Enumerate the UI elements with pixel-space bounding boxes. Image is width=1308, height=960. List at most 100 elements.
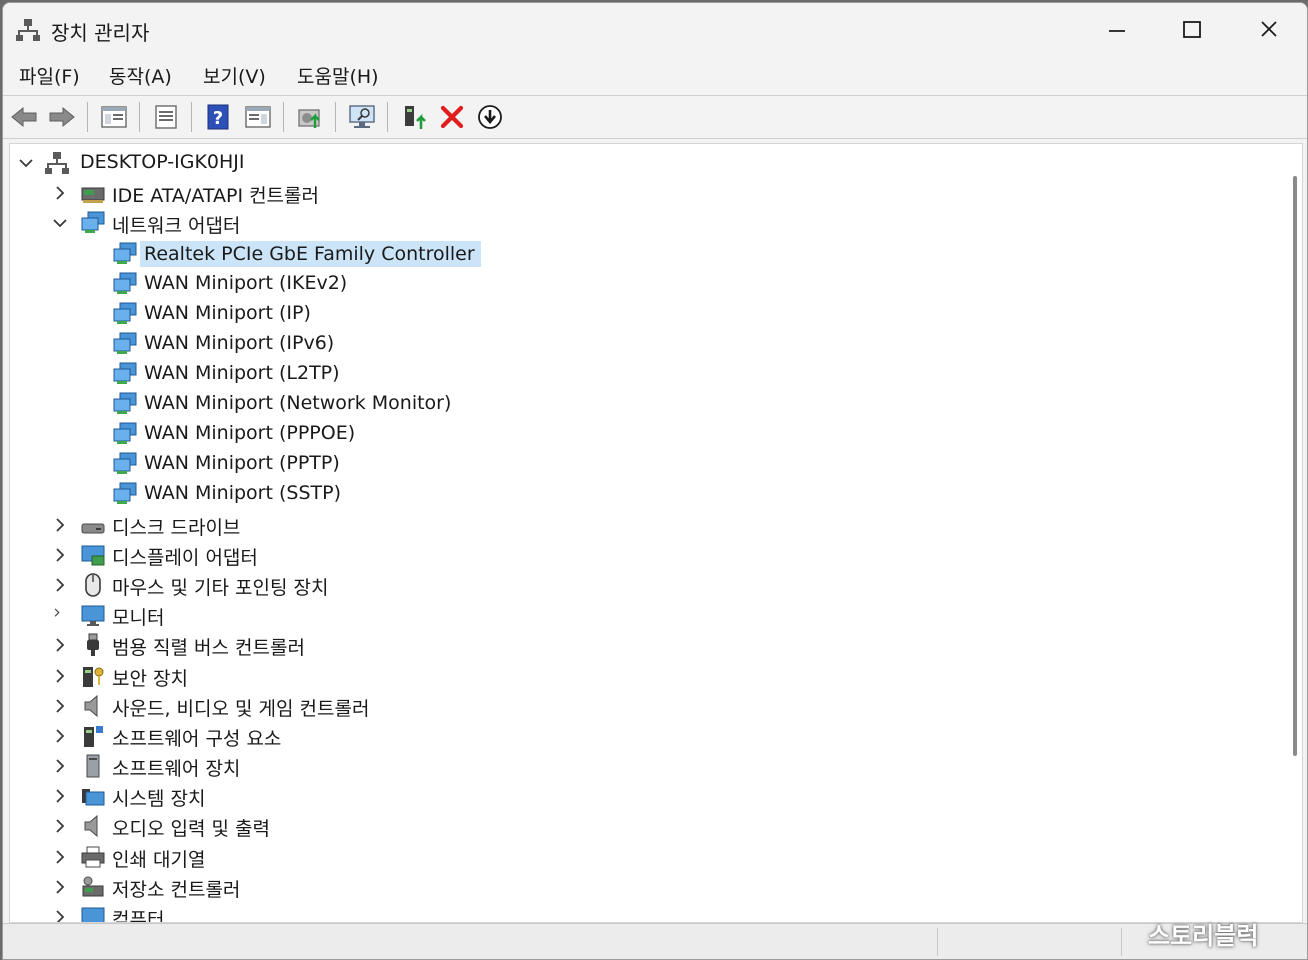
status-bar xyxy=(3,923,1307,959)
add-legacy-icon[interactable] xyxy=(399,102,429,132)
menu-bar: 파일(F) 동작(A) 보기(V) 도움말(H) xyxy=(3,55,1307,93)
network-adapter-icon xyxy=(113,242,137,264)
network-adapter-icon xyxy=(113,452,137,474)
tree-category-label: IDE ATA/ATAPI 컨트롤러 xyxy=(112,185,320,207)
network-adapter-icon xyxy=(113,272,137,294)
toolbar-separator xyxy=(335,102,336,132)
tree-category-label: 오디오 입력 및 출력 xyxy=(112,818,270,840)
chevron-right-icon[interactable] xyxy=(52,636,68,654)
toolbar-separator xyxy=(191,102,192,132)
chevron-right-icon[interactable] xyxy=(52,817,68,835)
back-arrow-icon[interactable] xyxy=(9,102,39,132)
watermark-text: 스토리블럭 xyxy=(1148,922,1259,950)
update-driver-icon[interactable] xyxy=(295,102,325,132)
tree-category-label: 디스크 드라이브 xyxy=(112,517,241,539)
tree-category-label: 저장소 컨트롤러 xyxy=(112,879,241,901)
tree-category-label: 네트워크 어댑터 xyxy=(112,215,241,237)
chevron-right-icon[interactable] xyxy=(52,576,68,594)
tree-category-label: 시스템 장치 xyxy=(112,788,206,810)
network-adapter-icon xyxy=(113,302,137,324)
properties-icon[interactable] xyxy=(151,102,181,132)
monitor-icon xyxy=(81,605,105,626)
tree-category-label: 범용 직렬 버스 컨트롤러 xyxy=(112,637,305,659)
network-adapter-icon xyxy=(113,482,137,504)
svg-text:?: ? xyxy=(213,108,223,129)
tree-root-label: DESKTOP-IGK0HJI xyxy=(80,151,245,173)
help-icon[interactable]: ? xyxy=(203,102,233,132)
printer-icon xyxy=(81,846,105,868)
chevron-right-icon[interactable] xyxy=(52,606,68,624)
action-pane-icon[interactable] xyxy=(243,102,273,132)
chevron-right-icon[interactable] xyxy=(52,667,68,685)
chevron-right-icon[interactable] xyxy=(52,848,68,866)
computer-root-icon xyxy=(45,152,69,174)
disk-drive-icon xyxy=(81,523,105,534)
tree-device-label: WAN Miniport (Network Monitor) xyxy=(144,392,452,414)
tree-category-label: 사운드, 비디오 및 게임 컨트롤러 xyxy=(112,698,370,720)
tree-device-label: Realtek PCIe GbE Family Controller xyxy=(140,241,481,267)
device-manager-window: 장치 관리자 파일(F) 동작(A) 보기(V) 도움말(H) ? DESKTO… xyxy=(2,2,1308,960)
tree-device-label: WAN Miniport (IP) xyxy=(144,302,311,324)
title-bar[interactable]: 장치 관리자 xyxy=(3,3,1307,55)
toolbar: ? xyxy=(3,95,1307,139)
window-title: 장치 관리자 xyxy=(51,21,150,45)
ide-controller-icon xyxy=(81,187,105,203)
tree-device-label: WAN Miniport (PPPOE) xyxy=(144,422,356,444)
tree-device-label: WAN Miniport (PPTP) xyxy=(144,452,340,474)
mouse-icon xyxy=(85,573,101,597)
chevron-right-icon[interactable] xyxy=(52,908,68,923)
chevron-down-icon[interactable] xyxy=(18,154,34,172)
device-manager-app-icon xyxy=(16,19,40,41)
toolbar-separator xyxy=(87,102,88,132)
maximize-icon[interactable] xyxy=(1161,9,1221,49)
tree-category-label: 마우스 및 기타 포인팅 장치 xyxy=(112,577,329,599)
menu-file[interactable]: 파일(F) xyxy=(19,62,80,89)
speaker-icon xyxy=(84,694,98,718)
tree-category-label: 컴퓨터 xyxy=(112,909,165,923)
chevron-right-icon[interactable] xyxy=(52,697,68,715)
device-tree[interactable]: DESKTOP-IGK0HJI IDE ATA/ATAPI 컨트롤러 네트워크 … xyxy=(9,143,1303,923)
chevron-right-icon[interactable] xyxy=(52,757,68,775)
tree-category-label: 소프트웨어 구성 요소 xyxy=(112,728,282,750)
tree-category-label: 소프트웨어 장치 xyxy=(112,758,241,780)
chevron-right-icon[interactable] xyxy=(52,878,68,896)
network-adapter-icon xyxy=(113,332,137,354)
status-divider xyxy=(1121,928,1122,956)
toolbar-separator xyxy=(283,102,284,132)
tree-device-label: WAN Miniport (IPv6) xyxy=(144,332,335,354)
close-icon[interactable] xyxy=(1239,9,1299,49)
menu-help[interactable]: 도움말(H) xyxy=(297,62,379,89)
network-adapter-icon xyxy=(81,211,105,233)
disable-device-icon[interactable] xyxy=(475,102,505,132)
tree-category-label: 디스플레이 어댑터 xyxy=(112,547,258,569)
chevron-right-icon[interactable] xyxy=(52,516,68,534)
forward-arrow-icon[interactable] xyxy=(47,102,77,132)
tree-device-label: WAN Miniport (IKEv2) xyxy=(144,272,348,294)
network-adapter-icon xyxy=(113,422,137,444)
display-adapter-icon xyxy=(81,545,105,566)
minimize-icon[interactable] xyxy=(1087,9,1147,49)
system-device-icon xyxy=(82,789,105,806)
chevron-right-icon[interactable] xyxy=(52,787,68,805)
menu-view[interactable]: 보기(V) xyxy=(203,62,266,89)
tree-device-label: WAN Miniport (SSTP) xyxy=(144,482,341,504)
chevron-right-icon[interactable] xyxy=(52,727,68,745)
scan-hardware-icon[interactable] xyxy=(347,102,377,132)
software-device-icon xyxy=(86,754,100,778)
storage-controller-icon xyxy=(82,876,104,897)
network-adapter-icon xyxy=(113,392,137,414)
tree-category-label: 보안 장치 xyxy=(112,668,188,690)
computer-icon xyxy=(81,907,105,922)
usb-icon xyxy=(87,633,99,656)
uninstall-icon[interactable] xyxy=(437,102,467,132)
chevron-right-icon[interactable] xyxy=(52,546,68,564)
security-device-icon xyxy=(83,667,104,687)
vertical-scrollbar[interactable] xyxy=(1293,176,1297,756)
chevron-down-icon[interactable] xyxy=(52,214,68,232)
show-hide-tree-icon[interactable] xyxy=(99,102,129,132)
chevron-right-icon[interactable] xyxy=(52,184,68,202)
toolbar-separator xyxy=(387,102,388,132)
menu-action[interactable]: 동작(A) xyxy=(109,62,172,89)
tree-category-label: 모니터 xyxy=(112,607,165,629)
audio-io-icon xyxy=(84,814,98,838)
